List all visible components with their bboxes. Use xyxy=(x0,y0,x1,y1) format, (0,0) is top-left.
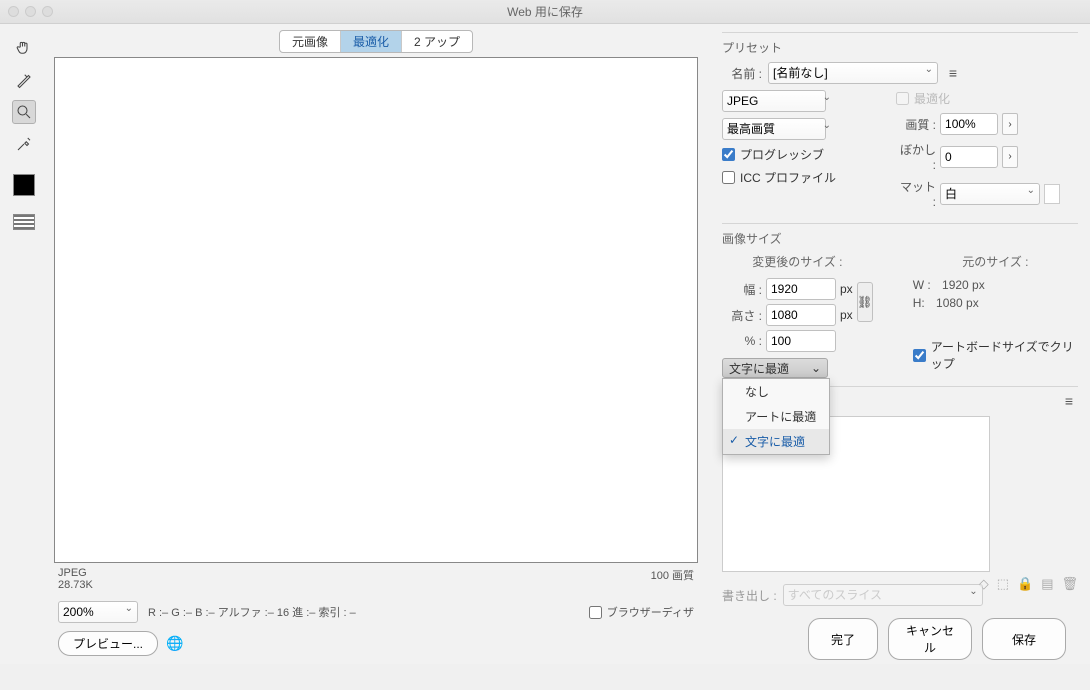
browser-preview-icon[interactable]: 🌐 xyxy=(166,635,183,652)
width-label: 幅 : xyxy=(722,281,762,298)
px-unit-2: px xyxy=(840,308,853,322)
resample-quality-dropdown: なし アートに最適 文字に最適 xyxy=(722,378,830,455)
matte-swatch[interactable] xyxy=(1044,184,1060,204)
icc-checkbox[interactable]: ICC プロファイル xyxy=(722,169,836,186)
slice-visibility-icon[interactable] xyxy=(13,214,35,230)
slice-tool-icon[interactable] xyxy=(12,68,36,92)
new-size-head: 変更後のサイズ : xyxy=(722,253,873,270)
lock-color-icon[interactable]: 🔒 xyxy=(1017,576,1033,592)
settings-panel: プリセット 名前 : [名前なし] ≡ JPEG 最高画質 プログレッシブ IC… xyxy=(710,24,1090,664)
hand-tool-icon[interactable] xyxy=(12,36,36,60)
preview-panel: 元画像 最適化 2 アップ JPEG 28.73K 100 画質 200% R … xyxy=(48,24,710,664)
status-filesize: 28.73K xyxy=(58,579,93,591)
tool-column xyxy=(0,24,48,664)
orig-h-value: 1080 px xyxy=(936,296,979,310)
constrain-proportions-icon[interactable]: ⛓ xyxy=(857,282,873,322)
eyedropper-tool-icon[interactable] xyxy=(12,132,36,156)
trash-color-icon[interactable]: 🗑 xyxy=(1061,576,1078,592)
tab-two-up[interactable]: 2 アップ xyxy=(402,31,472,52)
clip-label: アートボードサイズでクリップ xyxy=(931,338,1078,372)
preset-panel: プリセット 名前 : [名前なし] ≡ JPEG 最高画質 プログレッシブ IC… xyxy=(722,32,1078,215)
format-select[interactable]: JPEG xyxy=(722,90,826,112)
browser-dither-checkbox[interactable]: ブラウザーディザ xyxy=(589,604,694,620)
new-color-icon[interactable]: ▤ xyxy=(1041,576,1053,592)
status-format: JPEG xyxy=(58,567,93,579)
preset-name-select[interactable]: [名前なし] xyxy=(768,62,938,84)
orig-size-head: 元のサイズ : xyxy=(913,253,1078,270)
cancel-button[interactable]: キャンセル xyxy=(888,618,972,660)
quality-stepper-icon[interactable]: › xyxy=(1002,113,1018,135)
percent-label: % : xyxy=(722,334,762,348)
progressive-checkbox[interactable]: プログレッシブ xyxy=(722,146,836,163)
foreground-color-swatch[interactable] xyxy=(13,174,35,196)
browser-dither-label: ブラウザーディザ xyxy=(607,604,694,620)
height-label: 高さ : xyxy=(722,307,762,324)
status-left: JPEG 28.73K xyxy=(58,567,93,591)
save-button[interactable]: 保存 xyxy=(982,618,1066,660)
pixel-info: R :– G :– B :– アルファ :– 16 進 :– 索引 : – xyxy=(148,604,356,620)
done-button[interactable]: 完了 xyxy=(808,618,878,660)
resample-option-none[interactable]: なし xyxy=(723,379,829,404)
blur-label: ぼかし : xyxy=(896,141,936,172)
zoom-select[interactable]: 200% xyxy=(58,601,138,623)
quality-num-label: 画質 : xyxy=(896,116,936,133)
preview-canvas[interactable] xyxy=(54,57,698,563)
orig-h-label: H: xyxy=(913,296,925,310)
view-tabs: 元画像 最適化 2 アップ xyxy=(48,30,704,53)
preset-menu-icon[interactable]: ≡ xyxy=(944,65,962,81)
export-slices-select: すべてのスライス xyxy=(783,584,983,606)
preset-title: プリセット xyxy=(722,39,1078,56)
blur-input[interactable] xyxy=(940,146,998,168)
chevron-down-icon: ⌄ xyxy=(811,361,821,375)
tab-original[interactable]: 元画像 xyxy=(280,31,341,52)
clip-artboard-checkbox[interactable]: アートボードサイズでクリップ xyxy=(913,338,1078,372)
matte-select[interactable]: 白 xyxy=(940,183,1040,205)
optimize-label: 最適化 xyxy=(914,90,950,107)
px-unit: px xyxy=(840,282,853,296)
resample-quality-select[interactable]: 文字に最適⌄ xyxy=(722,358,828,378)
preset-name-label: 名前 : xyxy=(722,65,762,82)
dialog-buttons: 完了 キャンセル 保存 xyxy=(722,614,1078,664)
quality-preset-select[interactable]: 最高画質 xyxy=(722,118,826,140)
resample-option-art[interactable]: アートに最適 xyxy=(723,404,829,429)
status-quality: 100 画質 xyxy=(651,567,694,591)
image-size-panel: 画像サイズ 変更後のサイズ : 幅 : px 高さ : px ⛓ % : 文字に最適… xyxy=(722,223,1078,378)
width-input[interactable] xyxy=(766,278,836,300)
resample-option-text[interactable]: 文字に最適 xyxy=(723,429,829,454)
percent-input[interactable] xyxy=(766,330,836,352)
preview-button[interactable]: プレビュー... xyxy=(58,631,158,656)
tab-optimized[interactable]: 最適化 xyxy=(341,31,402,52)
quality-input[interactable] xyxy=(940,113,998,135)
icc-label: ICC プロファイル xyxy=(740,169,836,186)
web-snap-icon[interactable]: ⬚ xyxy=(997,576,1009,592)
height-input[interactable] xyxy=(766,304,836,326)
matte-label: マット : xyxy=(896,178,936,209)
image-size-title: 画像サイズ xyxy=(722,230,1078,247)
orig-w-value: 1920 px xyxy=(942,278,985,292)
orig-w-label: W : xyxy=(913,278,931,292)
window-title: Web 用に保存 xyxy=(0,3,1090,20)
optimize-checkbox: 最適化 xyxy=(896,90,1060,107)
titlebar: Web 用に保存 xyxy=(0,0,1090,24)
progressive-label: プログレッシブ xyxy=(740,146,824,163)
color-table-menu-icon[interactable]: ≡ xyxy=(1060,393,1078,410)
blur-stepper-icon[interactable]: › xyxy=(1002,146,1018,168)
zoom-tool-icon[interactable] xyxy=(12,100,36,124)
